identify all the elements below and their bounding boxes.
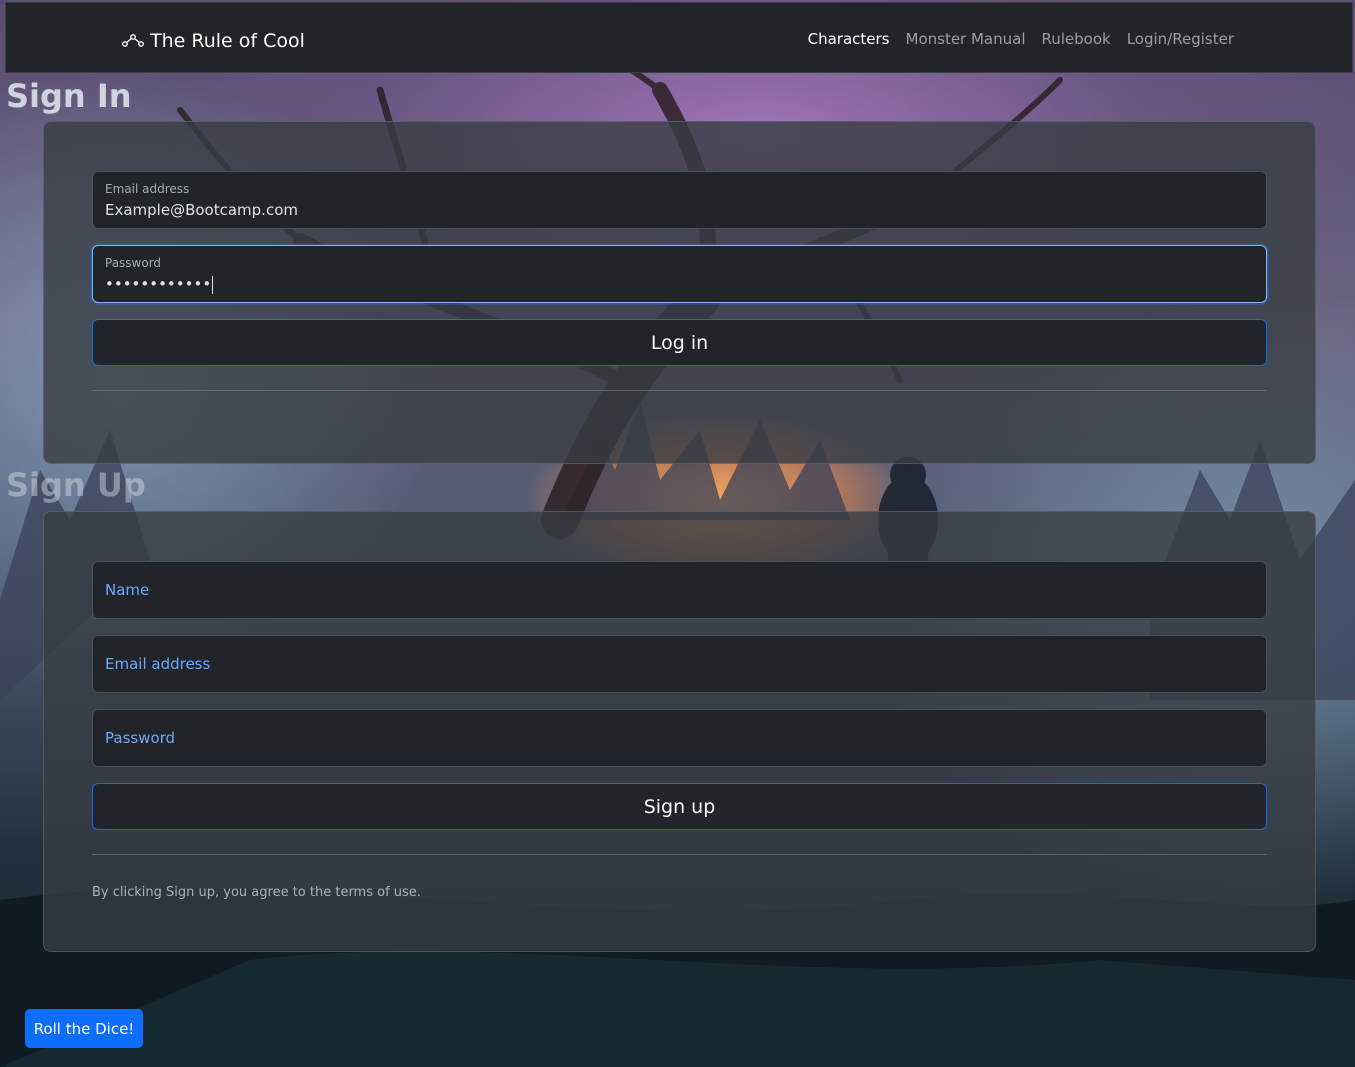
signup-email-placeholder: Email address — [105, 655, 211, 673]
dice-network-icon — [122, 34, 144, 47]
signup-name-placeholder: Name — [105, 581, 150, 599]
signup-password-field[interactable]: Password — [92, 709, 1267, 767]
nav-link-characters[interactable]: Characters — [808, 30, 890, 48]
signup-name-field[interactable]: Name — [92, 561, 1267, 619]
signin-card: Email address Example@Bootcamp.com Passw… — [43, 121, 1316, 464]
signup-card: Name Email address Password Sign up By c… — [43, 511, 1316, 952]
signup-title: Sign Up — [6, 466, 146, 504]
brand-link[interactable]: The Rule of Cool — [122, 28, 305, 54]
signin-email-label: Email address — [105, 182, 190, 196]
brand-label: The Rule of Cool — [150, 30, 305, 52]
nav-link-monster-manual[interactable]: Monster Manual — [906, 30, 1026, 48]
signup-password-placeholder: Password — [105, 729, 176, 747]
signup-button[interactable]: Sign up — [92, 783, 1267, 830]
login-button[interactable]: Log in — [92, 319, 1267, 366]
signin-email-field[interactable]: Email address Example@Bootcamp.com — [92, 171, 1267, 229]
signin-password-field[interactable]: Password •••••••••••• — [92, 245, 1267, 303]
signup-divider — [92, 854, 1267, 855]
text-caret — [212, 275, 214, 294]
signin-email-value: Example@Bootcamp.com — [105, 201, 298, 219]
roll-dice-button[interactable]: Roll the Dice! — [25, 1009, 143, 1048]
nav-link-login-register[interactable]: Login/Register — [1127, 30, 1234, 48]
nav-link-rulebook[interactable]: Rulebook — [1042, 30, 1111, 48]
signin-password-value: •••••••••••• — [105, 275, 212, 293]
nav-links: Characters Monster Manual Rulebook Login… — [808, 30, 1234, 48]
signin-password-label: Password — [105, 256, 162, 270]
signin-divider — [92, 390, 1267, 391]
signin-title: Sign In — [6, 77, 132, 115]
signup-email-field[interactable]: Email address — [92, 635, 1267, 693]
terms-text: By clicking Sign up, you agree to the te… — [92, 885, 421, 900]
signin-password-value-wrap: •••••••••••• — [105, 275, 1245, 294]
navbar: The Rule of Cool Characters Monster Manu… — [5, 2, 1353, 73]
